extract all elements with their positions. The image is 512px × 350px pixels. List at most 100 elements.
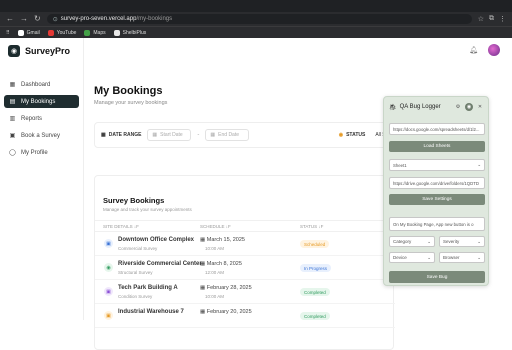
brand[interactable]: ◉ SurveyPro bbox=[0, 38, 83, 64]
qa-bug-logger-panel: 🐞︎ QA Bug Logger ⚙ ◉ ✕ https://docs.goog… bbox=[383, 96, 489, 286]
warehouse-icon: ▣ bbox=[104, 311, 113, 320]
chevron-down-icon: ⌄ bbox=[477, 254, 481, 260]
url-host: survey-pro-seven.vercel.app bbox=[60, 16, 137, 22]
bookmark-star-icon[interactable]: ☆ bbox=[478, 15, 484, 23]
site-info-icon[interactable]: ⊙ bbox=[53, 16, 58, 23]
page-title: My Bookings bbox=[94, 85, 163, 97]
severity-select[interactable]: Severity ⌄ bbox=[439, 236, 485, 247]
sheet-select-value: Sheet1 bbox=[393, 162, 407, 168]
forward-icon[interactable]: → bbox=[20, 15, 28, 23]
sidebar: ◉ SurveyPro ▦ Dashboard ▤ My Bookings ▥ Rep… bbox=[0, 38, 84, 320]
status-badge: In Progress bbox=[300, 264, 332, 272]
back-icon[interactable]: ← bbox=[6, 15, 14, 23]
status-badge: Completed bbox=[300, 288, 330, 296]
category-value: Category bbox=[393, 239, 412, 244]
schedule-time: 10:00 AM bbox=[205, 294, 225, 299]
bookmark-item[interactable]: YouTube bbox=[47, 29, 77, 36]
chevron-down-icon: ⌄ bbox=[477, 162, 481, 167]
table-row[interactable]: ▣ Industrial Warehouse 7 ▦ February 20, … bbox=[95, 304, 395, 328]
reload-icon[interactable]: ↻ bbox=[34, 15, 41, 23]
table-row[interactable]: ◉ Riverside Commercial Center Structural… bbox=[95, 256, 395, 280]
browser-menu-icon[interactable]: ⋮ bbox=[499, 15, 506, 23]
building-icon: ▣ bbox=[104, 287, 113, 296]
settings-icon[interactable]: ⚙ bbox=[454, 103, 462, 111]
site-name: Tech Park Building A bbox=[118, 285, 178, 291]
bookmark-item[interactable]: Maps bbox=[84, 29, 106, 36]
schedule-date-text: February 28, 2025 bbox=[206, 285, 252, 291]
table-header: SITE DETAILS ↓F SCHEDULE ↓F STATUS ↓F bbox=[95, 220, 395, 232]
bookmark-site-icon bbox=[113, 29, 120, 36]
end-date-input[interactable]: ▦ End Date bbox=[205, 129, 250, 141]
address-bar[interactable]: ⊙ survey-pro-seven.vercel.app/my-booking… bbox=[46, 14, 472, 24]
avatar[interactable] bbox=[488, 44, 500, 56]
reports-icon: ▥ bbox=[9, 116, 16, 122]
sidebar-item-reports[interactable]: ▥ Reports bbox=[4, 112, 79, 125]
status-label-text: STATUS bbox=[346, 132, 366, 138]
extensions-icon[interactable]: ⧉ bbox=[489, 15, 494, 23]
table-row[interactable]: ▣ Tech Park Building A Condition Survey … bbox=[95, 280, 395, 304]
surveypro-logo-icon: ◉ bbox=[8, 45, 20, 57]
status-badge: Scheduled bbox=[300, 240, 330, 248]
qa-title: QA Bug Logger bbox=[399, 104, 441, 110]
date-range-text: DATE RANGE bbox=[108, 132, 142, 138]
sidebar-item-label: Reports bbox=[21, 115, 43, 122]
save-settings-button[interactable]: Save Settings bbox=[389, 194, 485, 205]
browser-value: Browser bbox=[443, 255, 460, 260]
browser-select[interactable]: Browser ⌄ bbox=[439, 252, 485, 263]
schedule-date-text: February 20, 2025 bbox=[206, 309, 252, 315]
bookings-subtitle: Manage and track your survey appointment… bbox=[103, 207, 192, 212]
severity-value: Severity bbox=[443, 239, 460, 244]
status-badge: Completed bbox=[300, 312, 330, 320]
sidebar-item-label: Dashboard bbox=[21, 81, 51, 88]
bookings-card: Survey Bookings Manage and track your su… bbox=[94, 175, 395, 350]
page-subtitle: Manage your survey bookings bbox=[94, 100, 168, 106]
bookmark-item[interactable]: ShelbiPlus bbox=[113, 29, 146, 36]
sidebar-item-dashboard[interactable]: ▦ Dashboard bbox=[4, 78, 79, 91]
bookmark-label: YouTube bbox=[56, 29, 77, 36]
end-date-placeholder: End Date bbox=[218, 132, 240, 138]
calendar-icon: ▦ bbox=[200, 285, 207, 291]
sheet-url-input[interactable]: https://docs.google.com/spreadsheets/d/1… bbox=[389, 123, 485, 135]
sidebar-item-my-bookings[interactable]: ▤ My Bookings bbox=[4, 95, 79, 108]
sidebar-item-my-profile[interactable]: ◯ My Profile bbox=[4, 146, 79, 159]
bell-icon[interactable]: 🔔︎ bbox=[469, 46, 478, 54]
brand-name: SurveyPro bbox=[25, 46, 71, 56]
close-icon[interactable]: ✕ bbox=[476, 103, 484, 111]
site-name: Riverside Commercial Center bbox=[118, 261, 202, 267]
toggle-icon[interactable]: ◉ bbox=[465, 103, 473, 111]
start-date-input[interactable]: ▦ Start Date bbox=[147, 129, 192, 141]
drive-folder-input[interactable]: https://drive.google.com/drive/folders/1… bbox=[389, 177, 485, 189]
bookmark-item[interactable]: Gmail bbox=[17, 29, 40, 36]
schedule-time: 12:00 AM bbox=[205, 270, 225, 275]
sheet-select[interactable]: Sheet1 ⌄ bbox=[389, 159, 485, 171]
schedule-date-text: March 8, 2025 bbox=[206, 261, 242, 267]
range-separator: - bbox=[197, 132, 200, 138]
load-sheets-button[interactable]: Load Sheets bbox=[389, 141, 485, 152]
table-row[interactable]: ▣ Downtown Office Complex Commercial Sur… bbox=[95, 232, 395, 256]
save-bug-button[interactable]: Save Bug bbox=[389, 271, 485, 283]
start-date-placeholder: Start Date bbox=[160, 132, 183, 138]
sidebar-nav: ▦ Dashboard ▤ My Bookings ▥ Reports ▣ Book a… bbox=[0, 78, 83, 159]
site-name: Downtown Office Complex bbox=[118, 237, 195, 243]
dashboard-icon: ▦ bbox=[9, 82, 16, 88]
calendar-icon: ▦ bbox=[200, 237, 207, 243]
category-select[interactable]: Category ⌄ bbox=[389, 236, 435, 247]
column-header-schedule[interactable]: SCHEDULE ↓F bbox=[200, 224, 231, 229]
location-icon: ◉ bbox=[104, 263, 113, 272]
device-select[interactable]: Device ⌄ bbox=[389, 252, 435, 263]
apps-icon[interactable]: ⠿ bbox=[6, 30, 10, 36]
schedule-date: ▦ March 15, 2025 bbox=[200, 237, 245, 243]
bookmark-label: Maps bbox=[93, 29, 106, 36]
sidebar-item-book-survey[interactable]: ▣ Book a Survey bbox=[4, 129, 79, 142]
column-header-status[interactable]: STATUS ↓F bbox=[300, 224, 323, 229]
site-type: Structural Survey bbox=[118, 270, 153, 275]
column-header-site[interactable]: SITE DETAILS ↓F bbox=[103, 224, 139, 229]
status-label: ◉ STATUS bbox=[339, 132, 366, 138]
building-icon: ▣ bbox=[104, 239, 113, 248]
calendar-plus-icon: ▣ bbox=[9, 133, 16, 139]
bug-description-input[interactable]: On My Booking Page, App new button is o bbox=[389, 217, 485, 231]
schedule-date: ▦ February 28, 2025 bbox=[200, 285, 252, 291]
calendar-icon: ▦ bbox=[200, 261, 207, 267]
site-type: Condition Survey bbox=[118, 294, 153, 299]
schedule-time: 10:00 AM bbox=[205, 246, 225, 251]
